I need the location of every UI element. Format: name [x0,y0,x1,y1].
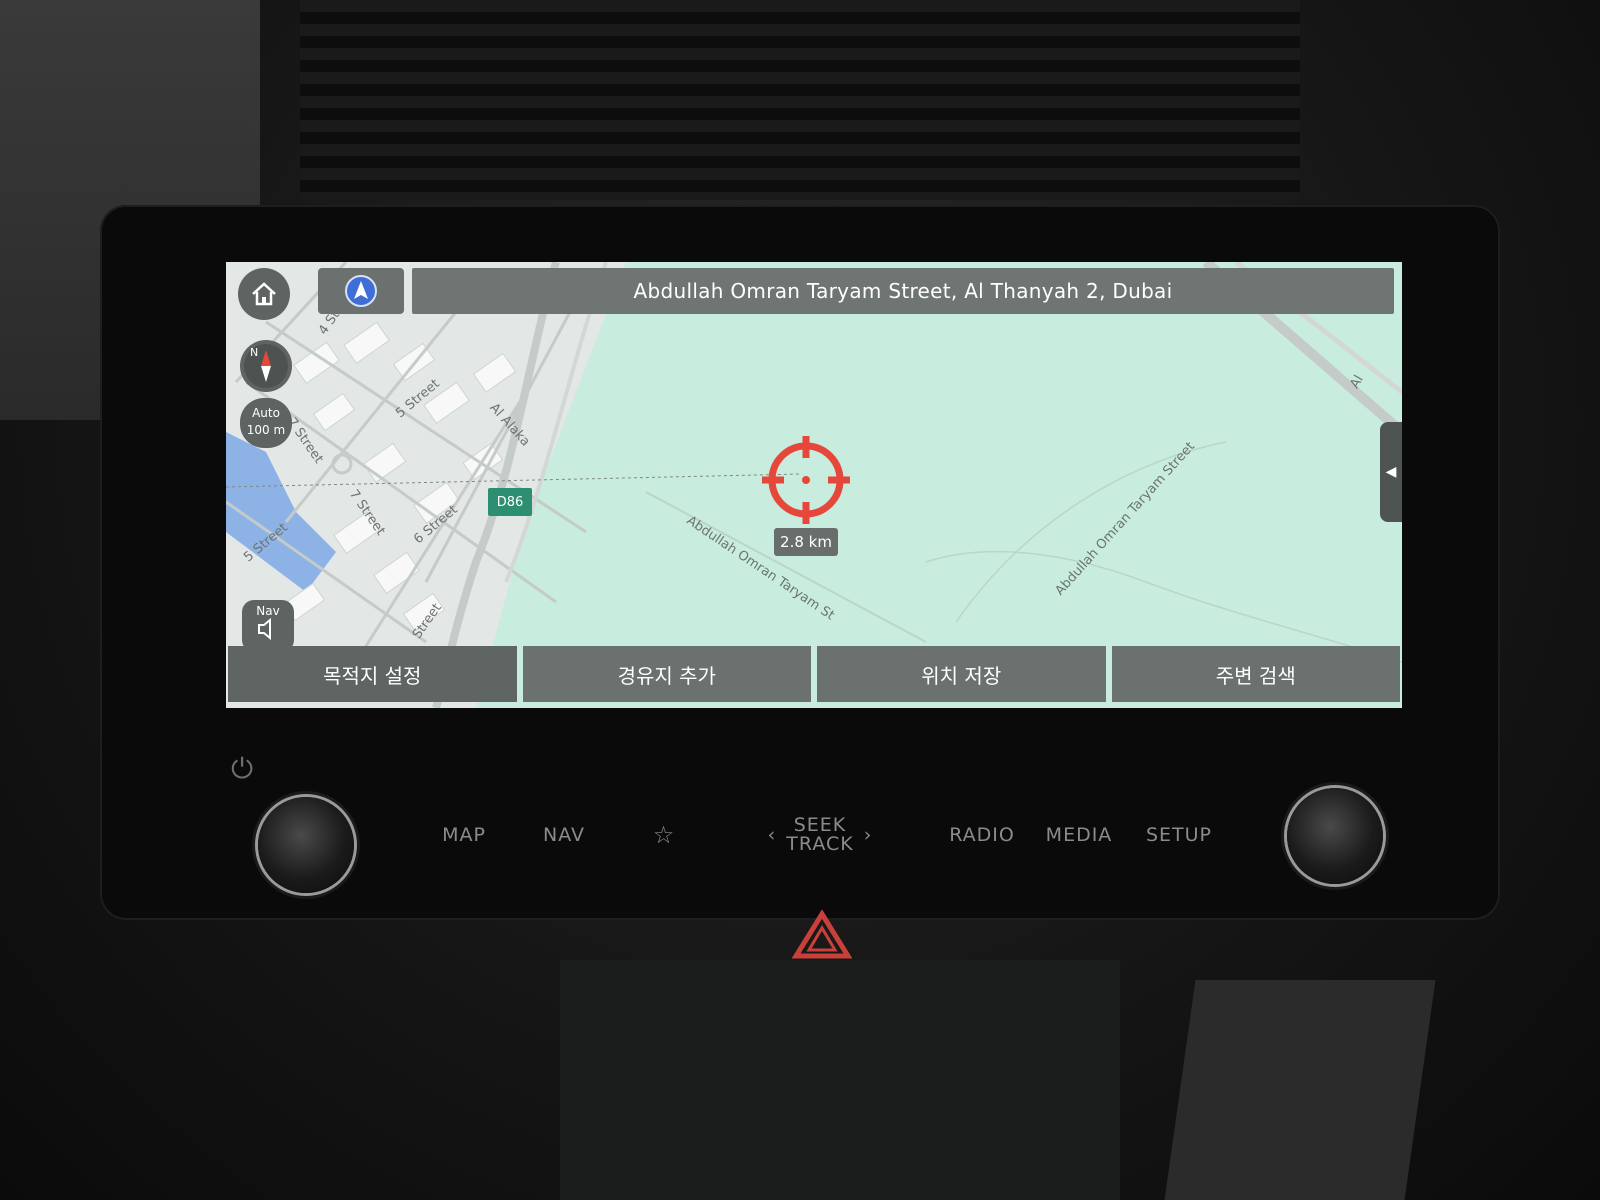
scale-mode-label: Auto [252,406,280,420]
hazard-triangle-icon [792,910,852,959]
favorite-hard-button[interactable]: ☆ [620,800,708,870]
nav-volume-label: Nav [256,604,280,618]
chevron-right-icon: › [863,824,873,846]
map-scale-button[interactable]: Auto 100 m [240,398,292,448]
compass-north-label: N [250,346,258,359]
chevron-left-icon: ◀ [1385,464,1397,480]
seek-track-hard-button[interactable]: ‹ SEEK TRACK › [740,800,900,870]
setup-hard-button[interactable]: SETUP [1134,800,1224,870]
radio-hard-button-label: RADIO [949,824,1015,846]
compass-icon: N [244,344,288,388]
set-destination-button[interactable]: 목적지 설정 [228,646,517,702]
nav-hard-button-label: NAV [543,824,585,846]
hazard-button[interactable] [780,905,864,965]
home-icon [252,282,276,306]
top-bar: Abdullah Omran Taryam Street, Al Thanyah… [226,262,1402,320]
storage-tray [560,960,1120,1200]
current-location-button[interactable] [318,268,404,314]
seek-track-label: SEEK TRACK [786,816,853,854]
air-vent [300,0,1300,200]
map-hard-button[interactable]: MAP [420,800,508,870]
action-bar: 목적지 설정 경유지 추가 위치 저장 주변 검색 [226,646,1402,708]
navigation-screen: 4 St 5 Street Al Alaka 7 Street 7 Street… [226,262,1402,708]
track-label: TRACK [786,833,854,855]
media-hard-button[interactable]: MEDIA [1034,800,1124,870]
cursor-distance-label: 2.8 km [774,528,838,556]
save-location-button[interactable]: 위치 저장 [817,646,1106,702]
book-object [1164,980,1436,1200]
scale-value-label: 100 m [246,423,286,437]
nearby-search-button[interactable]: 주변 검색 [1111,646,1400,702]
route-shield: D86 [488,488,532,516]
nav-hard-button[interactable]: NAV [520,800,608,870]
chevron-left-icon: ‹ [767,824,777,846]
nav-volume-button[interactable]: Nav [242,600,294,652]
compass-button[interactable]: N [240,340,292,392]
radio-hard-button[interactable]: RADIO [940,800,1024,870]
add-waypoint-button[interactable]: 경유지 추가 [522,646,811,702]
home-button[interactable] [238,268,290,320]
speaker-icon [258,617,271,641]
map-hard-button-label: MAP [442,824,486,846]
navigation-arrow-icon [345,275,377,307]
setup-hard-button-label: SETUP [1145,824,1213,846]
tune-knob[interactable] [1287,788,1383,884]
power-icon[interactable]: ⏻ [231,752,253,786]
crosshair-icon [762,436,850,524]
star-icon: ☆ [652,821,676,849]
side-panel-toggle[interactable]: ◀ [1380,422,1402,522]
media-hard-button-label: MEDIA [1045,824,1113,846]
volume-knob[interactable] [258,797,354,893]
address-bar[interactable]: Abdullah Omran Taryam Street, Al Thanyah… [412,268,1394,314]
